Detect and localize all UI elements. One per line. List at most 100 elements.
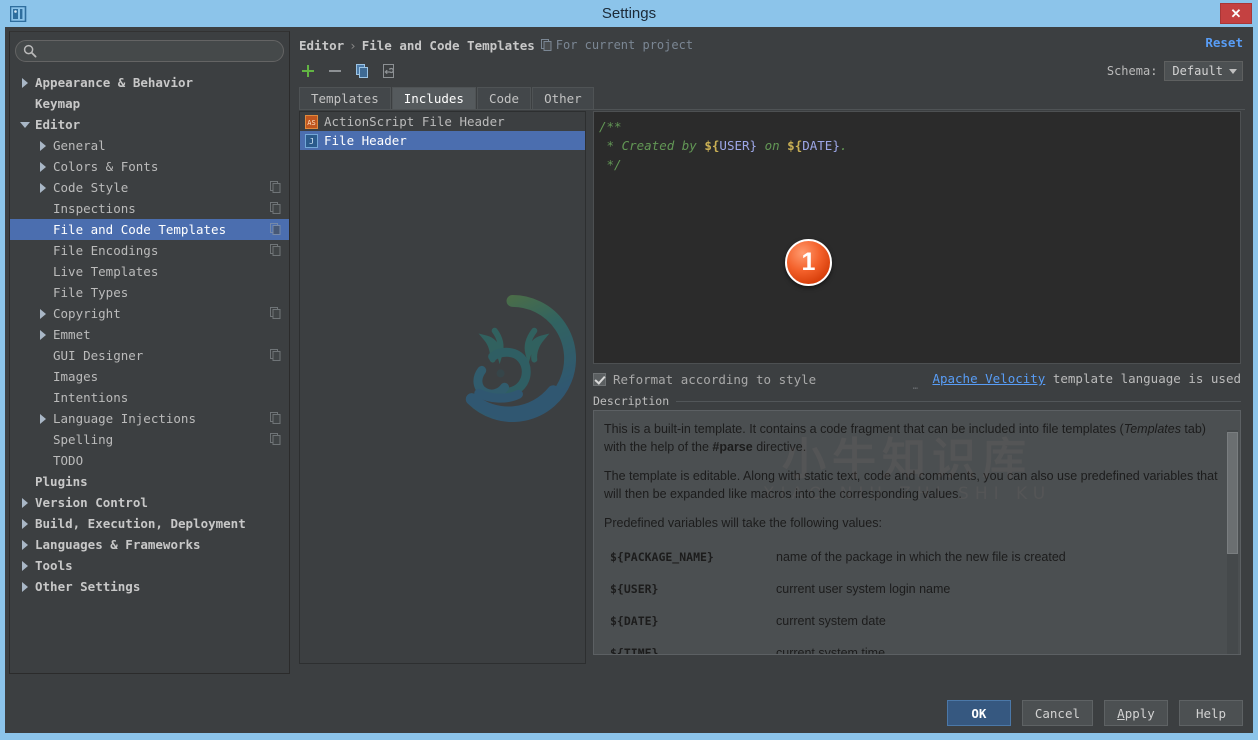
sidebar-item-label: Appearance & Behavior — [35, 75, 194, 90]
sidebar-item-label: Copyright — [53, 306, 121, 321]
schema-row: Schema: Default — [1107, 61, 1243, 81]
apply-button[interactable]: Apply — [1104, 700, 1168, 726]
splitter-handle[interactable]: ⋯ — [907, 384, 925, 394]
sidebar-item-file-encodings[interactable]: File Encodings — [10, 240, 289, 261]
sidebar-item-inspections[interactable]: Inspections — [10, 198, 289, 219]
code-token: */ — [599, 157, 622, 172]
copy-scope-icon — [270, 202, 281, 214]
help-button[interactable]: Help — [1179, 700, 1243, 726]
sidebar-item-file-types[interactable]: File Types — [10, 282, 289, 303]
template-editor[interactable]: /** * Created by ${USER} on ${DATE}. */ — [593, 111, 1241, 364]
actionscript-file-icon: AS — [305, 114, 318, 129]
sidebar-item-label: Emmet — [53, 327, 91, 342]
sidebar-item-copyright[interactable]: Copyright — [10, 303, 289, 324]
scope-label: For current project — [555, 38, 694, 52]
sidebar-item-keymap[interactable]: Keymap — [10, 93, 289, 114]
sidebar-item-spelling[interactable]: Spelling — [10, 429, 289, 450]
copy-scope-icon — [270, 412, 281, 424]
sidebar-item-label: Languages & Frameworks — [35, 537, 201, 552]
sidebar-item-languages-frameworks[interactable]: Languages & Frameworks — [10, 534, 289, 555]
template-list-items: AS ActionScript File Header J File Header — [300, 112, 585, 150]
chevron-right-icon[interactable] — [38, 308, 50, 320]
tab-code[interactable]: Code — [476, 87, 532, 109]
description-paragraph: The template is editable. Along with sta… — [604, 467, 1218, 503]
java-file-icon: J — [305, 133, 318, 148]
variable-name: ${USER} — [610, 582, 659, 596]
tab-includes[interactable]: Includes — [391, 87, 476, 109]
chevron-right-icon[interactable] — [38, 329, 50, 341]
chevron-right-icon[interactable] — [20, 581, 32, 593]
sidebar-item-tools[interactable]: Tools — [10, 555, 289, 576]
apache-velocity-link[interactable]: Apache Velocity — [932, 371, 1045, 386]
sidebar-item-gui-designer[interactable]: GUI Designer — [10, 345, 289, 366]
description-box: This is a built-in template. It contains… — [593, 410, 1241, 655]
sidebar-item-appearance-behavior[interactable]: Appearance & Behavior — [10, 72, 289, 93]
window-title: Settings — [601, 5, 657, 22]
sidebar-item-label: Live Templates — [53, 264, 159, 279]
cancel-button[interactable]: Cancel — [1021, 700, 1093, 726]
chevron-right-icon[interactable] — [20, 77, 32, 89]
list-item[interactable]: J File Header — [300, 131, 585, 150]
search-box[interactable] — [15, 40, 284, 62]
reset-link[interactable]: Reset — [1205, 35, 1243, 50]
description-scrollbar-thumb[interactable] — [1227, 432, 1238, 554]
variable-name: ${TIME} — [610, 646, 659, 655]
variable-name: ${DATE} — [610, 614, 659, 628]
sidebar-item-code-style[interactable]: Code Style — [10, 177, 289, 198]
sidebar-item-version-control[interactable]: Version Control — [10, 492, 289, 513]
plus-icon[interactable] — [300, 63, 316, 79]
tab-templates[interactable]: Templates — [299, 87, 391, 109]
schema-select[interactable]: Default — [1164, 61, 1243, 81]
code-token: USER} — [719, 138, 758, 153]
sidebar-item-todo[interactable]: TODO — [10, 450, 289, 471]
template-toolbar — [300, 60, 397, 82]
predefined-variables-table: ${PACKAGE_NAME} name of the package in wh… — [604, 543, 1218, 655]
sidebar-item-plugins[interactable]: Plugins — [10, 471, 289, 492]
description-text: directive. — [752, 440, 807, 454]
sidebar-item-emmet[interactable]: Emmet — [10, 324, 289, 345]
tab-other[interactable]: Other — [532, 87, 594, 109]
template-code[interactable]: /** * Created by ${USER} on ${DATE}. */ — [599, 117, 1240, 174]
chevron-right-icon[interactable] — [20, 518, 32, 530]
copy-icon[interactable] — [354, 63, 370, 79]
chevron-right-icon[interactable] — [38, 161, 50, 173]
sidebar-item-editor[interactable]: Editor — [10, 114, 289, 135]
sidebar-item-general[interactable]: General — [10, 135, 289, 156]
legend-rule — [676, 400, 1241, 402]
chevron-right-icon[interactable] — [38, 413, 50, 425]
sidebar-item-label: File Types — [53, 285, 129, 300]
schema-label: Schema: — [1106, 64, 1158, 78]
sidebar-item-images[interactable]: Images — [10, 366, 289, 387]
ok-button[interactable]: OK — [946, 700, 1011, 726]
sidebar-item-intentions[interactable]: Intentions — [10, 387, 289, 408]
description-paragraph: This is a built-in template. It contains… — [604, 420, 1218, 456]
sidebar-item-file-and-code-templates[interactable]: File and Code Templates — [10, 219, 289, 240]
revert-icon[interactable] — [381, 63, 397, 79]
copy-scope-icon — [270, 181, 281, 193]
chevron-right-icon[interactable] — [38, 140, 50, 152]
settings-tree: Appearance & Behavior Keymap Editor General… — [10, 69, 289, 597]
template-tabs: Templates Includes Code Other — [299, 86, 1245, 110]
sidebar-item-language-injections[interactable]: Language Injections — [10, 408, 289, 429]
list-item[interactable]: AS ActionScript File Header — [300, 112, 585, 131]
sidebar-item-build-execution-deployment[interactable]: Build, Execution, Deployment — [10, 513, 289, 534]
chevron-right-icon[interactable] — [20, 497, 32, 509]
chevron-right-icon[interactable] — [20, 560, 32, 572]
chevron-right-icon[interactable] — [20, 539, 32, 551]
sidebar-item-live-templates[interactable]: Live Templates — [10, 261, 289, 282]
sidebar-item-colors-fonts[interactable]: Colors & Fonts — [10, 156, 289, 177]
chevron-down-icon[interactable] — [20, 119, 32, 131]
chevron-right-icon[interactable] — [38, 182, 50, 194]
sidebar-item-other-settings[interactable]: Other Settings — [10, 576, 289, 597]
close-button[interactable]: ✕ — [1220, 3, 1252, 24]
breadcrumb-root: Editor — [299, 37, 345, 53]
reformat-checkbox[interactable] — [593, 372, 606, 386]
sidebar-item-label: Language Injections — [53, 411, 196, 426]
table-row: ${DATE} current system date — [604, 607, 1218, 639]
list-item-label: ActionScript File Header — [324, 114, 505, 129]
search-input[interactable] — [15, 40, 284, 62]
minus-icon[interactable] — [327, 63, 343, 79]
